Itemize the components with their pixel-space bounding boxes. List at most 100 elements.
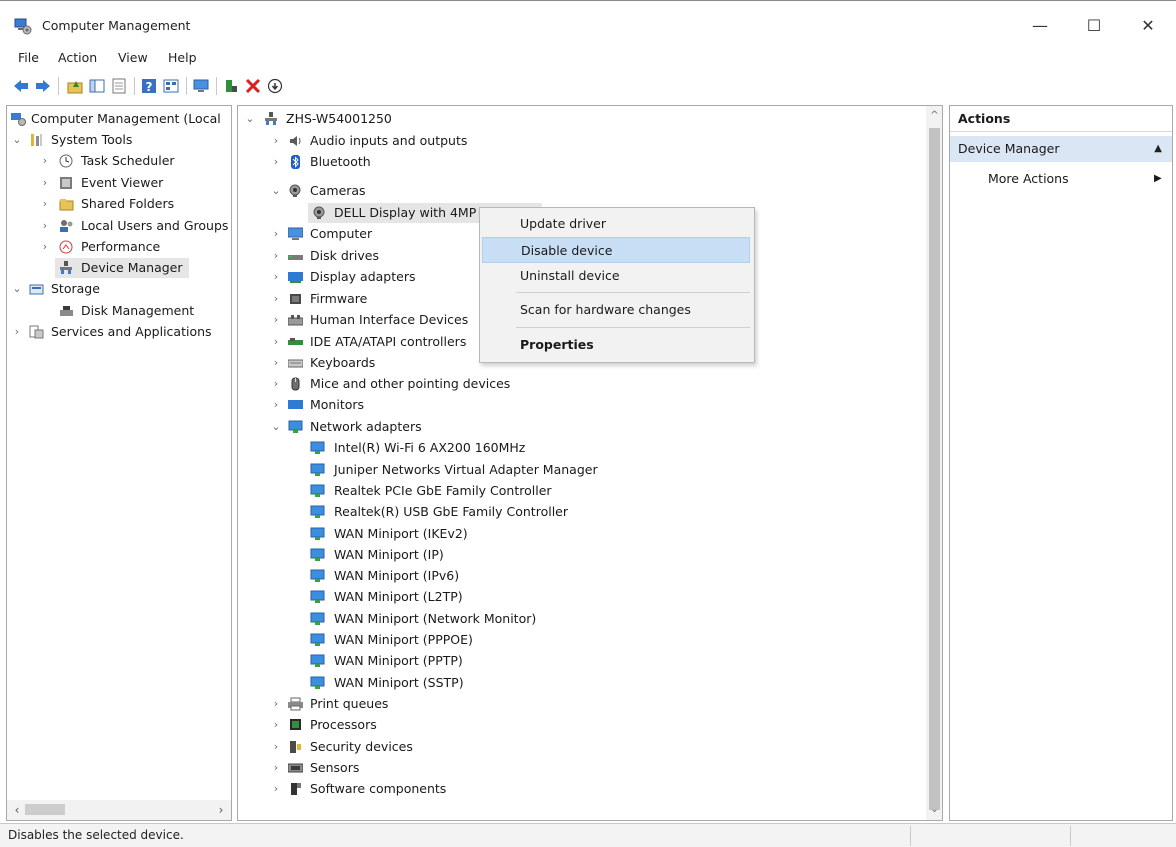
monitor-icon — [288, 400, 303, 409]
tree-item-security-devices[interactable]: › Security devices — [244, 737, 544, 757]
chevron-right-icon[interactable]: › — [270, 694, 282, 714]
scroll-up-arrow-icon[interactable]: ^ — [926, 108, 942, 124]
chevron-right-icon[interactable]: › — [39, 237, 51, 257]
menu-item-properties[interactable]: Properties — [482, 332, 750, 358]
chevron-right-icon[interactable]: › — [270, 224, 282, 244]
chevron-right-icon[interactable]: › — [39, 151, 51, 171]
menu-help[interactable]: Help — [168, 50, 197, 65]
tree-item-cameras[interactable]: ⌄ Cameras — [244, 181, 544, 201]
chevron-right-icon[interactable]: › — [39, 194, 51, 214]
tree-item-network-device[interactable]: WAN Miniport (PPTP) — [310, 651, 710, 671]
scrollbar-thumb[interactable] — [929, 128, 940, 810]
tree-item-performance[interactable]: › Performance — [11, 237, 231, 257]
tree-item-network-device[interactable]: WAN Miniport (L2TP) — [310, 587, 710, 607]
scrollbar-thumb[interactable] — [25, 804, 65, 815]
tree-item-network-device[interactable]: WAN Miniport (IKEv2) — [310, 524, 710, 544]
update-driver-icon[interactable] — [222, 77, 240, 95]
tree-item-audio[interactable]: › Audio inputs and outputs — [244, 131, 544, 151]
tree-item-storage[interactable]: ⌄ Storage — [11, 279, 231, 299]
menu-action[interactable]: Action — [58, 50, 97, 65]
close-button[interactable]: ✕ — [1128, 13, 1168, 39]
chevron-right-icon[interactable]: › — [270, 152, 282, 172]
tree-item-network-device[interactable]: Realtek(R) USB GbE Family Controller — [310, 502, 710, 522]
tree-item-network-device[interactable]: WAN Miniport (Network Monitor) — [310, 609, 710, 629]
chevron-right-icon[interactable]: › — [270, 715, 282, 735]
scroll-left-arrow-icon[interactable]: ‹ — [9, 800, 25, 820]
scroll-right-arrow-icon[interactable]: › — [213, 800, 229, 820]
menu-item-update-driver[interactable]: Update driver — [482, 211, 750, 237]
up-folder-icon[interactable] — [66, 77, 84, 95]
chevron-right-icon[interactable]: › — [270, 374, 282, 394]
help-icon[interactable]: ? — [140, 77, 158, 95]
tree-item-computer-name[interactable]: ⌄ ZHS-W54001250 — [244, 109, 544, 129]
tree-item-network-device[interactable]: Realtek PCIe GbE Family Controller — [310, 481, 710, 501]
forward-icon[interactable] — [34, 77, 52, 95]
chevron-right-icon[interactable]: › — [270, 246, 282, 266]
tree-item-computer-management[interactable]: Computer Management (Local — [11, 109, 231, 129]
tree-item-software-components[interactable]: › Software components — [244, 779, 544, 799]
chevron-right-icon[interactable]: › — [270, 332, 282, 352]
tree-item-device-manager[interactable]: Device Manager — [55, 258, 189, 278]
menu-item-disable-device[interactable]: Disable device — [482, 237, 750, 263]
menu-view[interactable]: View — [118, 50, 148, 65]
chevron-right-icon[interactable]: › — [270, 267, 282, 287]
tree-item-network-device[interactable]: Intel(R) Wi-Fi 6 AX200 160MHz — [310, 438, 710, 458]
menu-item-uninstall-device[interactable]: Uninstall device — [482, 263, 750, 289]
chevron-right-icon[interactable]: › — [270, 310, 282, 330]
tree-item-disk-management[interactable]: Disk Management — [11, 301, 231, 321]
view-icon[interactable] — [162, 77, 180, 95]
tree-item-mice[interactable]: › Mice and other pointing devices — [244, 374, 544, 394]
tree-item-network-device[interactable]: WAN Miniport (SSTP) — [310, 673, 710, 693]
maximize-button[interactable]: ☐ — [1074, 13, 1114, 39]
tree-item-bluetooth[interactable]: › Bluetooth — [244, 152, 544, 172]
menu-file[interactable]: File — [18, 50, 39, 65]
tree-item-processors[interactable]: › Processors — [244, 715, 544, 735]
horizontal-scrollbar[interactable]: ‹ › — [7, 800, 231, 820]
tree-item-network-device[interactable]: WAN Miniport (IP) — [310, 545, 710, 565]
tree-item-network-device[interactable]: Juniper Networks Virtual Adapter Manager — [310, 460, 710, 480]
back-icon[interactable] — [12, 77, 30, 95]
tree-item-shared-folders[interactable]: › Shared Folders — [11, 194, 231, 214]
scroll-down-arrow-icon[interactable]: ⌄ — [926, 802, 942, 818]
chevron-right-icon[interactable]: › — [270, 395, 282, 415]
tree-item-services-applications[interactable]: › Services and Applications — [11, 322, 231, 342]
tree-item-system-tools[interactable]: ⌄ System Tools — [11, 130, 231, 150]
tree-item-monitors[interactable]: › Monitors — [244, 395, 544, 415]
actions-section-device-manager[interactable]: Device Manager ▲ — [950, 136, 1172, 162]
tree-item-print-queues[interactable]: › Print queues — [244, 694, 544, 714]
chevron-right-icon[interactable]: › — [270, 131, 282, 151]
disable-icon[interactable] — [266, 77, 284, 95]
computer-icon[interactable] — [192, 77, 210, 95]
tree-item-network-device[interactable]: WAN Miniport (PPPOE) — [310, 630, 710, 650]
tree-item-event-viewer[interactable]: › Event Viewer — [11, 173, 231, 193]
tree-item-sensors[interactable]: › Sensors — [244, 758, 544, 778]
chevron-right-icon[interactable]: › — [39, 173, 51, 193]
uninstall-icon[interactable] — [244, 77, 262, 95]
tree-item-task-scheduler[interactable]: › Task Scheduler — [11, 151, 231, 171]
chevron-down-icon[interactable]: ⌄ — [270, 417, 282, 437]
chevron-right-icon[interactable]: › — [39, 216, 51, 236]
submenu-arrow-icon[interactable]: ▶ — [1154, 168, 1162, 190]
chevron-right-icon[interactable]: › — [270, 737, 282, 757]
menu-item-scan-hardware[interactable]: Scan for hardware changes — [482, 297, 750, 323]
collapse-arrow-icon[interactable]: ▲ — [1154, 136, 1162, 162]
chevron-right-icon[interactable]: › — [270, 758, 282, 778]
chevron-right-icon[interactable]: › — [270, 353, 282, 373]
vertical-scrollbar[interactable]: ^ ⌄ — [926, 106, 942, 820]
network-adapter-icon — [310, 463, 325, 476]
chevron-down-icon[interactable]: ⌄ — [244, 109, 256, 129]
chevron-right-icon[interactable]: › — [270, 779, 282, 799]
tree-item-network-device[interactable]: WAN Miniport (IPv6) — [310, 566, 710, 586]
more-actions-item[interactable]: More Actions — [988, 168, 1069, 190]
tree-item-local-users[interactable]: › Local Users and Groups — [11, 216, 231, 236]
status-divider — [1070, 826, 1071, 846]
chevron-right-icon[interactable]: › — [11, 322, 23, 342]
chevron-down-icon[interactable]: ⌄ — [11, 279, 23, 299]
properties-icon[interactable] — [110, 77, 128, 95]
minimize-button[interactable]: — — [1020, 13, 1060, 39]
chevron-down-icon[interactable]: ⌄ — [270, 181, 282, 201]
chevron-right-icon[interactable]: › — [270, 289, 282, 309]
show-hide-tree-icon[interactable] — [88, 77, 106, 95]
tree-item-network-adapters[interactable]: ⌄ Network adapters — [244, 417, 544, 437]
chevron-down-icon[interactable]: ⌄ — [11, 130, 23, 150]
